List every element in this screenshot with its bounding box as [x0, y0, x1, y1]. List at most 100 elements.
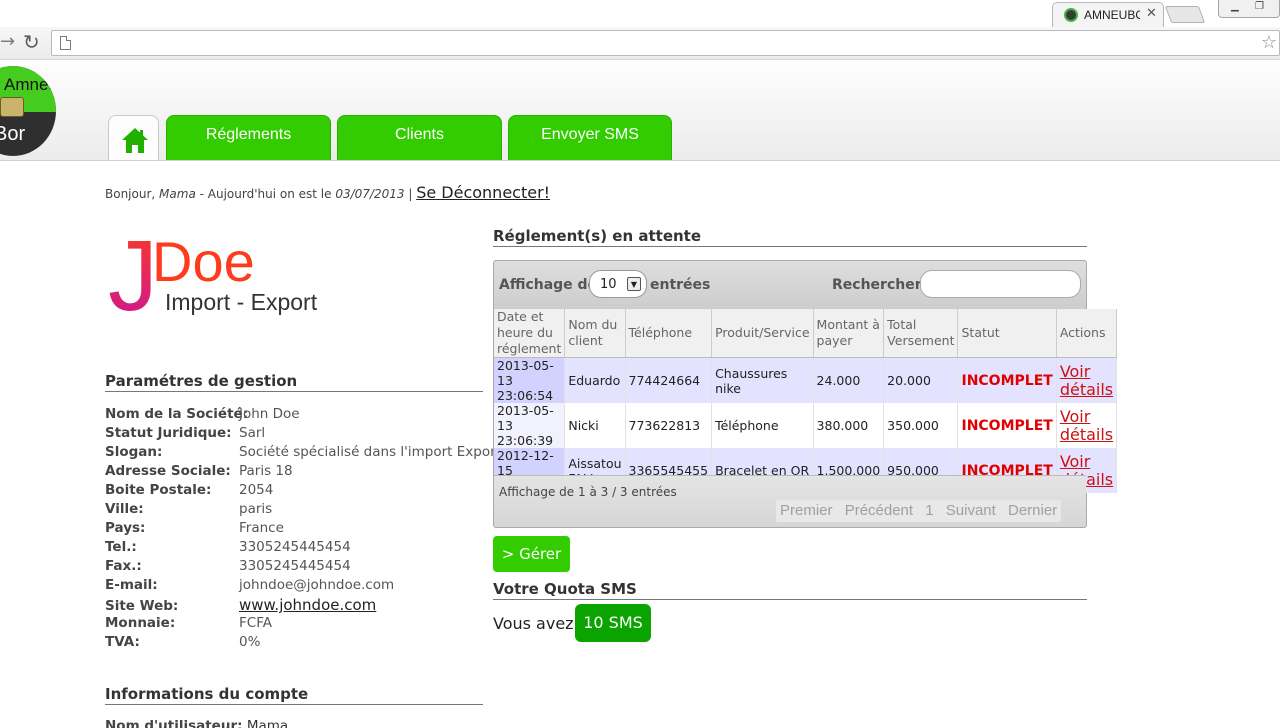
page-first-button[interactable]: Premier — [776, 500, 837, 521]
col-actions[interactable]: Actions — [1056, 309, 1118, 358]
chevron-down-icon: ▼ — [627, 277, 641, 291]
browser-toolbar: → ↻ ☆ — [0, 27, 1280, 60]
param-value: 2054 — [239, 482, 274, 498]
pagination: Premier Précédent 1 Suivant Dernier — [776, 500, 1062, 522]
sms-title: Votre Quota SMS — [493, 580, 1087, 600]
app-logo[interactable]: Amneu Bor — [0, 66, 56, 156]
greeting-bar: Bonjour, Mama - Aujourd'hui on est le 03… — [105, 183, 550, 202]
address-bar[interactable]: ☆ — [51, 30, 1280, 56]
company-logo: J Doe Import - Export — [108, 226, 318, 318]
nav-clients-tab[interactable]: Clients — [337, 115, 502, 160]
search-input[interactable] — [920, 270, 1081, 298]
tab-title: AMNEUBOR — [1084, 8, 1140, 22]
logout-link[interactable]: Se Déconnecter! — [416, 183, 550, 202]
nav-reglements-tab[interactable]: Réglements — [166, 115, 331, 160]
cell-client: Nicki — [564, 403, 626, 448]
manage-button[interactable]: > Gérer — [493, 536, 570, 572]
page-last-button[interactable]: Dernier — [1004, 500, 1061, 521]
account-username-row: Nom d'utilisateur: Mama — [105, 718, 288, 728]
page-size-value: 10 — [600, 277, 617, 292]
param-value: 3305245445454 — [239, 539, 351, 555]
website-link[interactable]: www.johndoe.com — [239, 596, 376, 614]
pending-title: Réglement(s) en attente — [493, 227, 1087, 247]
param-label: Ville: — [105, 501, 144, 517]
cell-amount: 380.000 — [813, 403, 885, 448]
param-row: Fax.: 3305245445454 — [105, 558, 501, 577]
param-row: Site Web: www.johndoe.com — [105, 596, 501, 615]
cell-client: Eduardo — [564, 357, 626, 403]
cell-product: Chaussures nike — [711, 357, 814, 403]
param-row: Boite Postale: 2054 — [105, 482, 501, 501]
cell-phone: 773622813 — [625, 403, 713, 448]
param-label: Adresse Sociale: — [105, 463, 231, 479]
cell-paid: 350.000 — [883, 403, 959, 448]
table-toolbar: Affichage de 10 ▼ entrées Rechercher: — [494, 261, 1086, 309]
col-status[interactable]: Statut — [957, 309, 1057, 358]
param-value: Paris 18 — [239, 463, 293, 479]
forward-icon[interactable]: → — [0, 31, 15, 52]
param-value: Sarl — [239, 425, 266, 441]
pending-table: Date et heure du réglement Nom du client… — [494, 309, 1118, 493]
page-next-button[interactable]: Suivant — [942, 500, 1000, 521]
username-value: Mama — [246, 718, 289, 728]
reload-icon[interactable]: ↻ — [23, 30, 40, 54]
show-label: Affichage de — [499, 277, 598, 293]
entries-label: entrées — [650, 277, 711, 293]
view-details-link[interactable]: Voir détails — [1060, 362, 1113, 399]
params-list: Nom de la Société:John Doe Statut Juridi… — [105, 406, 501, 653]
param-row: Pays: France — [105, 520, 501, 539]
cell-product: Téléphone — [711, 403, 814, 448]
bookmark-star-icon[interactable]: ☆ — [1261, 32, 1277, 53]
param-label: Boite Postale: — [105, 482, 212, 498]
param-row: Slogan: Société spécialisé dans l'import … — [105, 444, 501, 463]
col-paid[interactable]: Total Versement — [883, 309, 959, 358]
logo-name: Doe — [152, 230, 255, 293]
browser-tab[interactable]: AMNEUBOR ✕ — [1052, 2, 1164, 27]
param-label: E-mail: — [105, 577, 158, 593]
col-date[interactable]: Date et heure du réglement — [494, 309, 566, 358]
view-details-link[interactable]: Voir détails — [1060, 407, 1113, 444]
param-row: Statut Juridique: Sarl — [105, 425, 501, 444]
cell-phone: 774424664 — [625, 357, 713, 403]
param-row: TVA: 0% — [105, 634, 501, 653]
window-controls: ▁ ❐ — [1218, 0, 1280, 18]
param-value: 3305245445454 — [239, 558, 351, 574]
tab-close-icon[interactable]: ✕ — [1146, 6, 1157, 21]
param-value: paris — [239, 501, 273, 517]
page-number-button[interactable]: 1 — [921, 500, 937, 521]
param-label: Site Web: — [105, 598, 179, 614]
param-label: Slogan: — [105, 444, 163, 460]
app-header: Amneu Bor Réglements Clients Envoyer SMS — [0, 61, 1280, 161]
cell-amount: 24.000 — [813, 357, 885, 403]
cell-paid: 20.000 — [883, 357, 959, 403]
maximize-icon[interactable]: ❐ — [1255, 1, 1264, 12]
param-row: Adresse Sociale: Paris 18 — [105, 463, 501, 482]
col-product[interactable]: Produit/Service — [711, 309, 814, 358]
new-tab-button[interactable] — [1164, 6, 1206, 23]
col-phone[interactable]: Téléphone — [625, 309, 713, 358]
sms-quota-badge: 10 SMS — [575, 604, 651, 642]
favicon-icon — [1064, 8, 1078, 22]
param-value: John Doe — [239, 406, 300, 422]
param-value: 0% — [239, 634, 261, 650]
greeting-hello: Bonjour, — [105, 187, 156, 201]
nav-sms-tab[interactable]: Envoyer SMS — [508, 115, 672, 160]
status-badge: INCOMPLET — [961, 417, 1053, 434]
col-amount[interactable]: Montant à payer — [813, 309, 885, 358]
greeting-user: Mama — [159, 187, 196, 201]
nav-home-tab[interactable] — [108, 115, 159, 160]
col-client[interactable]: Nom du client — [564, 309, 626, 358]
cell-date: 2013-05-13 23:06:39 — [494, 403, 566, 448]
logo-letter: J — [108, 226, 158, 318]
page-prev-button[interactable]: Précédent — [841, 500, 917, 521]
minimize-icon[interactable]: ▁ — [1231, 1, 1239, 12]
param-row: E-mail: johndoe@johndoe.com — [105, 577, 501, 596]
account-title: Informations du compte — [105, 685, 483, 705]
page-size-select[interactable]: 10 ▼ — [589, 270, 647, 298]
table-footer: Affichage de 1 à 3 / 3 entrées Premier P… — [494, 475, 1086, 527]
pending-table-widget: Affichage de 10 ▼ entrées Rechercher: Da… — [493, 260, 1118, 528]
param-label: Monnaie: — [105, 615, 176, 631]
greeting-today: - Aujourd'hui on est le — [199, 187, 332, 201]
browser-titlebar: AMNEUBOR ✕ ▁ ❐ — [0, 0, 1280, 27]
cell-status: INCOMPLET — [957, 357, 1057, 403]
